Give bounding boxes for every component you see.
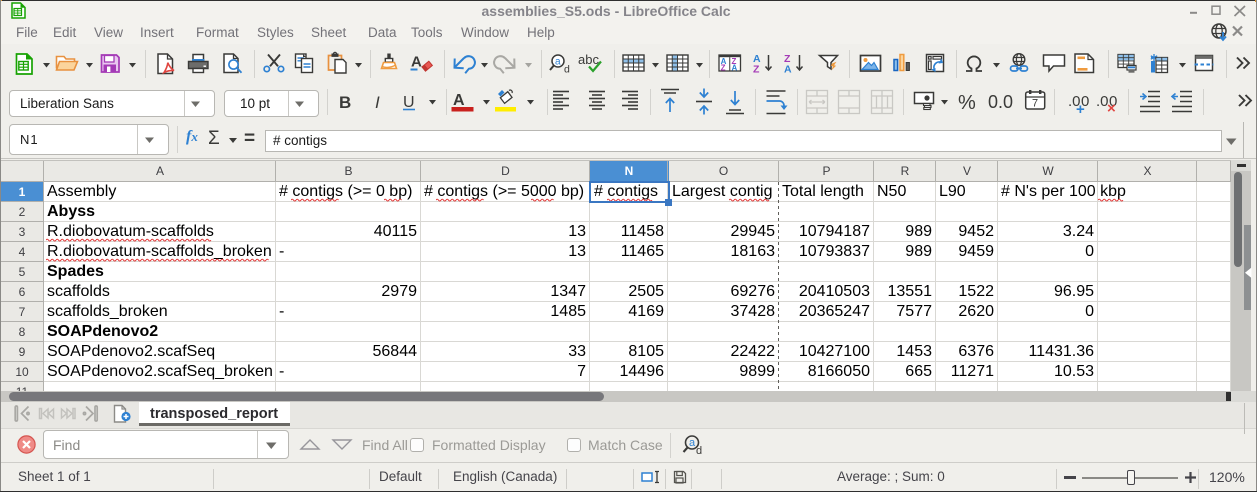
svg-text:A: A xyxy=(784,64,792,76)
svg-text:Z: Z xyxy=(721,64,726,73)
svg-text:Z: Z xyxy=(753,64,760,76)
svg-text:7: 7 xyxy=(1032,98,1038,110)
svg-text:A: A xyxy=(732,64,738,73)
svg-text:d: d xyxy=(696,445,702,457)
svg-text:U: U xyxy=(403,94,415,111)
svg-text:I: I xyxy=(375,93,380,112)
svg-text:abc: abc xyxy=(578,52,599,67)
svg-text:0.0: 0.0 xyxy=(988,92,1013,112)
svg-text:B: B xyxy=(339,93,351,112)
svg-text:a: a xyxy=(689,437,696,449)
svg-text:×: × xyxy=(1107,100,1116,117)
svg-text:%: % xyxy=(958,92,976,114)
svg-text:A: A xyxy=(453,92,465,109)
svg-text:A: A xyxy=(411,54,422,71)
svg-text:a: a xyxy=(555,57,561,68)
svg-text:+: + xyxy=(1076,101,1085,118)
svg-text:d: d xyxy=(564,64,570,76)
